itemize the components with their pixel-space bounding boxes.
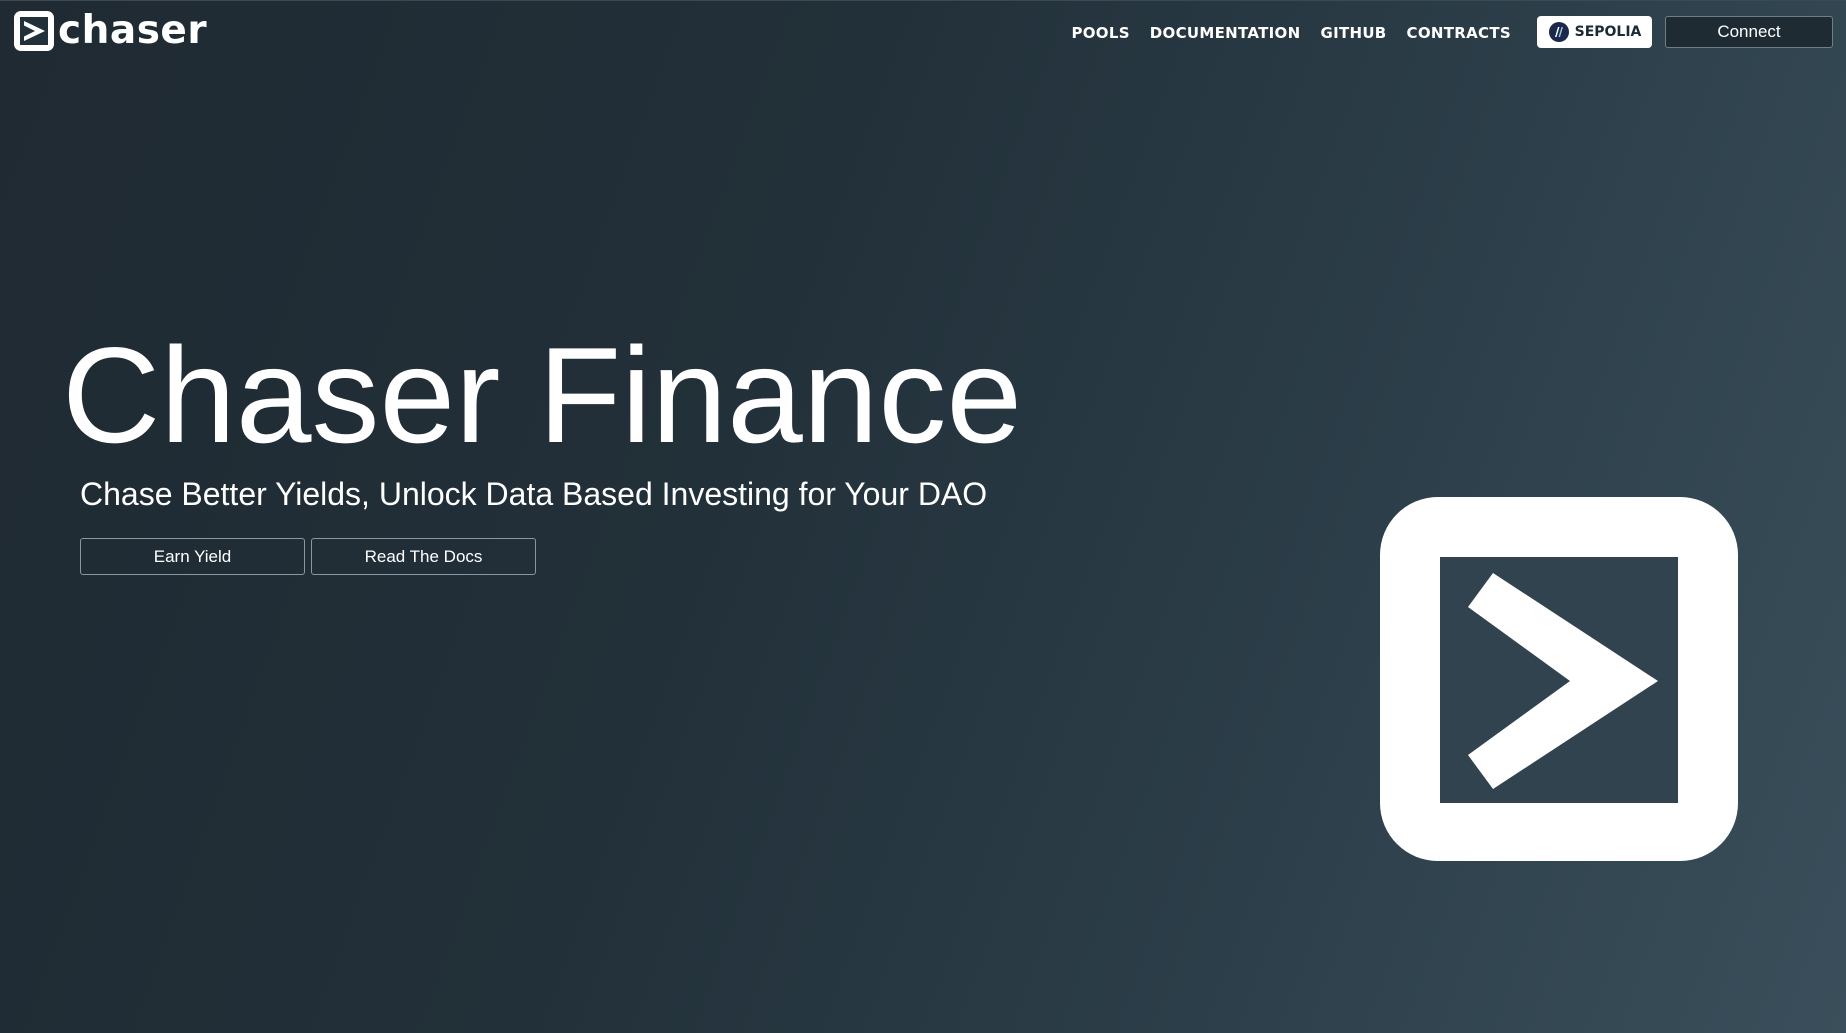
hero-title: Chaser Finance bbox=[62, 319, 1023, 471]
chaser-large-logo-icon bbox=[1380, 497, 1738, 861]
brand-name: chaser bbox=[58, 8, 208, 53]
main-nav: POOLS DOCUMENTATION GITHUB CONTRACTS bbox=[1071, 21, 1511, 45]
nav-github-link[interactable]: GITHUB bbox=[1320, 21, 1386, 45]
network-label: SEPOLIA bbox=[1574, 24, 1642, 40]
network-icon bbox=[1548, 22, 1569, 42]
nav-documentation-link[interactable]: DOCUMENTATION bbox=[1150, 21, 1301, 45]
nav-pools-link[interactable]: POOLS bbox=[1071, 21, 1129, 45]
chaser-logo-icon bbox=[14, 11, 54, 51]
brand-logo-link[interactable]: chaser bbox=[14, 9, 207, 53]
nav-contracts-link[interactable]: CONTRACTS bbox=[1407, 21, 1511, 45]
read-docs-button[interactable]: Read The Docs bbox=[311, 538, 536, 575]
hero-actions: Earn Yield Read The Docs bbox=[80, 538, 536, 575]
earn-yield-button[interactable]: Earn Yield bbox=[80, 538, 305, 575]
connect-wallet-button[interactable]: Connect bbox=[1665, 16, 1833, 48]
network-selector[interactable]: SEPOLIA bbox=[1537, 16, 1652, 48]
hero-subtitle: Chase Better Yields, Unlock Data Based I… bbox=[80, 476, 988, 512]
top-header: chaser POOLS DOCUMENTATION GITHUB CONTRA… bbox=[0, 0, 1846, 62]
